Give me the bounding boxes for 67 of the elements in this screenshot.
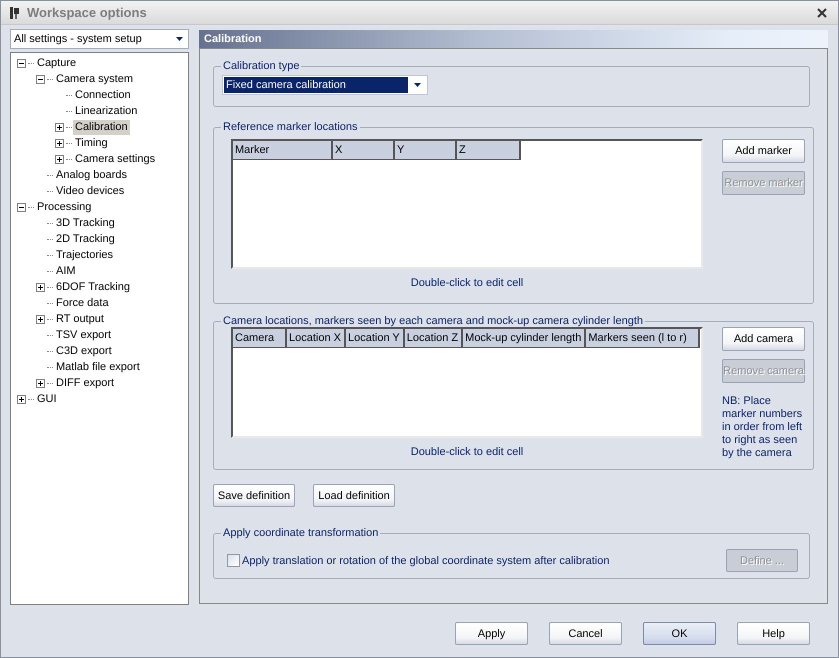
column-header[interactable]: Mock-up cylinder length	[463, 329, 586, 348]
tree-item[interactable]: Camera settings	[73, 152, 158, 166]
collapse-icon[interactable]	[17, 202, 26, 212]
window-title: Workspace options	[27, 5, 147, 20]
expand-icon[interactable]	[55, 138, 64, 148]
tree-item[interactable]: RT output	[54, 312, 106, 326]
table-hint: Double-click to edit cell	[410, 446, 524, 458]
action-button[interactable]: Save definition	[213, 484, 295, 507]
expand-icon[interactable]	[36, 282, 45, 292]
dropdown-arrow-icon[interactable]	[414, 83, 420, 87]
dialog-button[interactable]: Help	[737, 622, 810, 645]
column-header[interactable]: Location Z	[404, 329, 464, 348]
collapse-icon[interactable]	[36, 74, 45, 84]
tree-item[interactable]: GUI	[35, 392, 59, 406]
column-header[interactable]: X	[333, 141, 395, 160]
action-button[interactable]: Add camera	[722, 327, 805, 351]
tree-item[interactable]: TSV export	[54, 328, 114, 342]
dialog-button[interactable]: Apply	[455, 622, 528, 645]
tree-item[interactable]: Capture	[35, 56, 78, 70]
tree-item[interactable]: 2D Tracking	[54, 232, 117, 246]
column-header[interactable]: Z	[457, 141, 521, 160]
close-icon[interactable]	[817, 8, 827, 18]
tree-item[interactable]: C3D export	[54, 344, 114, 358]
collapse-icon[interactable]	[17, 58, 26, 68]
tree-item[interactable]: Linearization	[73, 104, 140, 118]
tree-item[interactable]: DIFF export	[54, 376, 116, 390]
action-button[interactable]: Load definition	[313, 484, 395, 507]
dropdown-arrow-icon[interactable]	[176, 37, 183, 41]
expand-icon[interactable]	[17, 394, 26, 404]
expand-icon[interactable]	[55, 122, 64, 132]
settings-dropdown[interactable]: All settings - system setup	[10, 29, 189, 49]
panel-title: Calibration	[204, 33, 262, 45]
tree-item[interactable]: Timing	[73, 136, 110, 150]
dialog-button[interactable]: Cancel	[549, 622, 622, 645]
checkbox-label[interactable]: Apply translation or rotation of the global coordinate system after calibration	[242, 554, 610, 566]
tree-item[interactable]: 3D Tracking	[54, 216, 117, 230]
calibration-type-dropdown[interactable]: Fixed camera calibration	[222, 75, 428, 95]
column-header[interactable]: Camera	[233, 329, 287, 348]
tree-item[interactable]: Video devices	[54, 184, 126, 198]
group-title: Reference marker locations	[222, 121, 359, 133]
tree-item[interactable]: Connection	[73, 88, 133, 102]
tree-item[interactable]: 6DOF Tracking	[54, 280, 132, 294]
column-header[interactable]: Location X	[287, 329, 346, 348]
expand-icon[interactable]	[36, 314, 45, 324]
tree-item[interactable]: Processing	[35, 200, 94, 214]
column-header[interactable]: Y	[395, 141, 457, 160]
app-icon	[9, 6, 21, 20]
checkbox[interactable]	[227, 554, 240, 567]
column-header[interactable]: Location Y	[346, 329, 405, 348]
dialog-button[interactable]: OK	[643, 622, 716, 645]
group-title: Apply coordinate transformation	[222, 527, 380, 539]
group-title: Calibration type	[222, 60, 300, 72]
group-title: Camera locations, markers seen by each camera and mock-up camera cylinder length	[222, 315, 644, 327]
expand-icon[interactable]	[36, 378, 45, 388]
tree-item[interactable]: Trajectories	[54, 248, 116, 262]
tree-item[interactable]: Matlab file export	[54, 360, 142, 374]
tree-item[interactable]: Calibration	[73, 120, 130, 134]
table-hint: Double-click to edit cell	[410, 277, 524, 289]
action-button[interactable]: Add marker	[722, 139, 805, 163]
note-text: NB: Place marker numbers in order from left to right as seen by the camera	[722, 395, 804, 460]
expand-icon[interactable]	[55, 154, 64, 164]
tree-item[interactable]: Camera system	[54, 72, 136, 86]
tree-item[interactable]: Force data	[54, 296, 111, 310]
column-header[interactable]: Marker	[233, 141, 333, 160]
tree-item[interactable]: Analog boards	[54, 168, 129, 182]
column-header[interactable]: Markers seen (l to r)	[586, 329, 700, 348]
tree-item[interactable]: AIM	[54, 264, 78, 278]
